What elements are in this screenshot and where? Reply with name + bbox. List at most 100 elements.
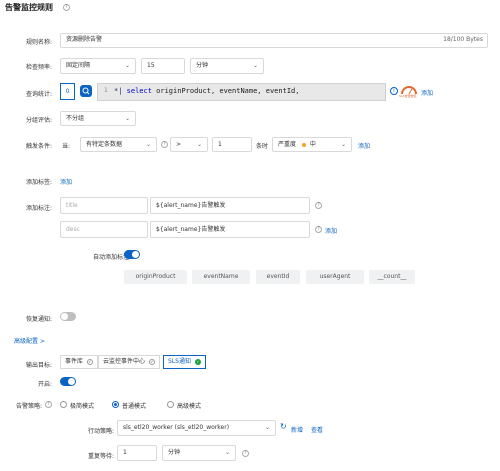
advanced-config-link[interactable]: 高级配置 > <box>14 336 45 345</box>
info-icon[interactable]: i <box>390 87 398 95</box>
help-icon[interactable]: ? <box>315 226 322 233</box>
action-policy-select[interactable]: sls_etl20_worker (sls_etl20_worker) ⌄ <box>117 420 276 436</box>
frequency-label: 检查频率: <box>25 64 52 71</box>
chevron-down-icon: ⌄ <box>196 141 202 148</box>
group-label: 分组评估: <box>25 117 52 124</box>
policy-option-label: 极简模式 <box>70 403 95 410</box>
repeat-wait-label: 重复等待: <box>87 453 114 460</box>
chevron-down-icon: ⌄ <box>145 141 151 148</box>
output-target-event-store[interactable]: 事件库 ✓ <box>60 355 98 369</box>
add-tag-label: 添加标签: <box>25 179 52 186</box>
group-value: 不分组 <box>66 115 85 122</box>
help-icon[interactable]: ? <box>63 4 70 11</box>
check-circle-icon: ✓ <box>148 358 155 365</box>
trigger-operator-select[interactable]: > ⌄ <box>170 137 208 152</box>
enabled-toggle[interactable] <box>60 377 76 386</box>
policy-radio-advanced[interactable] <box>167 401 174 408</box>
chevron-down-icon: ⌄ <box>264 424 270 431</box>
gauge-icon[interactable]: SLS告警数值 <box>399 84 418 100</box>
query-add-link[interactable]: 添加 <box>421 88 433 97</box>
severity-label: 严重度 <box>278 141 297 148</box>
auto-annotation-toggle[interactable] <box>124 250 140 259</box>
frequency-value: 15 <box>147 62 155 69</box>
trigger-label: 触发条件: <box>25 143 52 150</box>
check-circle-icon: ✓ <box>86 358 93 365</box>
annotation-field-chip[interactable]: __count__ <box>369 270 415 284</box>
action-policy-view-link[interactable]: 查看 <box>311 425 323 434</box>
query-code: *| select originProduct, eventName, even… <box>114 87 300 95</box>
trigger-condition-select[interactable]: 有特定条数据 ⌄ <box>80 137 157 152</box>
annotation-desc-value: ${alert_name}告警触发 <box>156 226 226 233</box>
rule-name-label: 规则名称: <box>25 39 52 46</box>
annotation-title-placeholder: title <box>66 202 78 209</box>
output-target-cloudmonitor[interactable]: 云监控事件中心 ✓ <box>98 355 160 369</box>
trigger-unit-label: 条时 <box>256 143 269 150</box>
frequency-unit-select[interactable]: 分钟 ⌄ <box>190 58 264 74</box>
search-icon[interactable] <box>80 85 92 97</box>
frequency-value-input[interactable]: 15 <box>141 58 185 74</box>
severity-dot <box>301 142 306 147</box>
help-icon[interactable]: ? <box>242 450 249 457</box>
trigger-operator-value: > <box>176 141 182 148</box>
trigger-count-input[interactable]: 1 <box>212 137 252 152</box>
output-target-label-text: 云监控事件中心 <box>103 358 146 365</box>
help-icon[interactable]: ? <box>161 141 168 148</box>
trigger-when-label: 当: <box>62 143 71 150</box>
frequency-unit-value: 分钟 <box>196 62 209 69</box>
annotation-field-chip[interactable]: eventId <box>256 270 300 284</box>
policy-option-label: 高级模式 <box>177 403 202 410</box>
chevron-down-icon: ⌄ <box>124 62 130 69</box>
repeat-wait-value: 1 <box>123 449 127 456</box>
query-editor[interactable]: 1 *| select originProduct, eventName, ev… <box>97 83 386 101</box>
policy-radio-normal[interactable] <box>112 401 119 408</box>
action-policy-value: sls_etl20_worker (sls_etl20_worker) <box>123 424 230 431</box>
repeat-wait-unit-value: 分钟 <box>168 449 181 456</box>
gauge-label: SLS告警数值 <box>399 94 417 98</box>
line-number: 1 <box>104 87 108 94</box>
add-tag-link[interactable]: 添加 <box>60 177 72 186</box>
add-annotation-label: 添加标注: <box>25 205 52 212</box>
repeat-wait-unit-select[interactable]: 分钟 ⌄ <box>162 445 236 461</box>
group-select[interactable]: 不分组 ⌄ <box>60 111 136 126</box>
output-target-sls-notify[interactable]: SLS通知 ✓ <box>163 355 206 369</box>
help-icon[interactable]: ? <box>315 202 322 209</box>
chevron-down-icon: ⌄ <box>340 141 346 148</box>
frequency-mode-value: 固定间隔 <box>66 62 91 69</box>
severity-select[interactable]: 严重度 中 ⌄ <box>272 137 352 152</box>
chevron-down-icon: ⌄ <box>224 449 230 456</box>
policy-label: 告警策略: <box>15 403 42 410</box>
annotation-desc-placeholder: desc <box>66 226 80 233</box>
annotation-add-link[interactable]: 添加 <box>325 226 337 235</box>
recovery-toggle[interactable] <box>60 312 76 321</box>
trigger-condition-value: 有特定条数据 <box>86 141 123 148</box>
frequency-mode-select[interactable]: 固定间隔 ⌄ <box>60 58 136 74</box>
annotation-desc-value-input[interactable]: ${alert_name}告警触发 <box>150 221 310 238</box>
annotation-field-chip[interactable]: originProduct <box>124 270 187 284</box>
output-target-group: 事件库 ✓ 云监控事件中心 ✓ SLS通知 ✓ <box>60 355 208 369</box>
annotation-title-key-input[interactable]: title <box>60 197 148 214</box>
annotation-field-chip[interactable]: userAgent <box>306 270 364 284</box>
page-title: 告警监控规则 <box>5 3 53 12</box>
query-label: 查询统计: <box>25 91 52 98</box>
rule-name-counter: 18/100 Bytes <box>443 36 483 43</box>
check-circle-icon: ✓ <box>194 358 201 365</box>
output-target-label: 输出目标: <box>25 362 52 369</box>
rule-name-value: 资源删除告警 <box>66 36 103 43</box>
repeat-wait-input[interactable]: 1 <box>117 445 157 461</box>
rule-name-input[interactable]: 资源删除告警 18/100 Bytes <box>60 33 488 48</box>
action-policy-new-link[interactable]: 新增 <box>291 425 303 434</box>
annotation-field-chip[interactable]: eventName <box>192 270 250 284</box>
refresh-icon[interactable]: ↻ <box>280 423 287 431</box>
output-target-label-text: SLS通知 <box>168 358 191 365</box>
query-index-tab[interactable]: 0 <box>60 83 75 100</box>
annotation-title-value-input[interactable]: ${alert_name}告警触发 <box>150 197 310 214</box>
annotation-title-value: ${alert_name}告警触发 <box>156 202 226 209</box>
enabled-label: 开启: <box>37 381 52 388</box>
policy-radio-simple[interactable] <box>60 401 67 408</box>
recovery-label: 恢复通知: <box>25 316 52 323</box>
trigger-add-link[interactable]: 添加 <box>358 141 370 150</box>
severity-value: 中 <box>309 141 316 148</box>
help-icon[interactable]: ? <box>45 401 52 408</box>
chevron-down-icon: ⌄ <box>252 62 258 69</box>
annotation-desc-key-input[interactable]: desc <box>60 221 148 238</box>
